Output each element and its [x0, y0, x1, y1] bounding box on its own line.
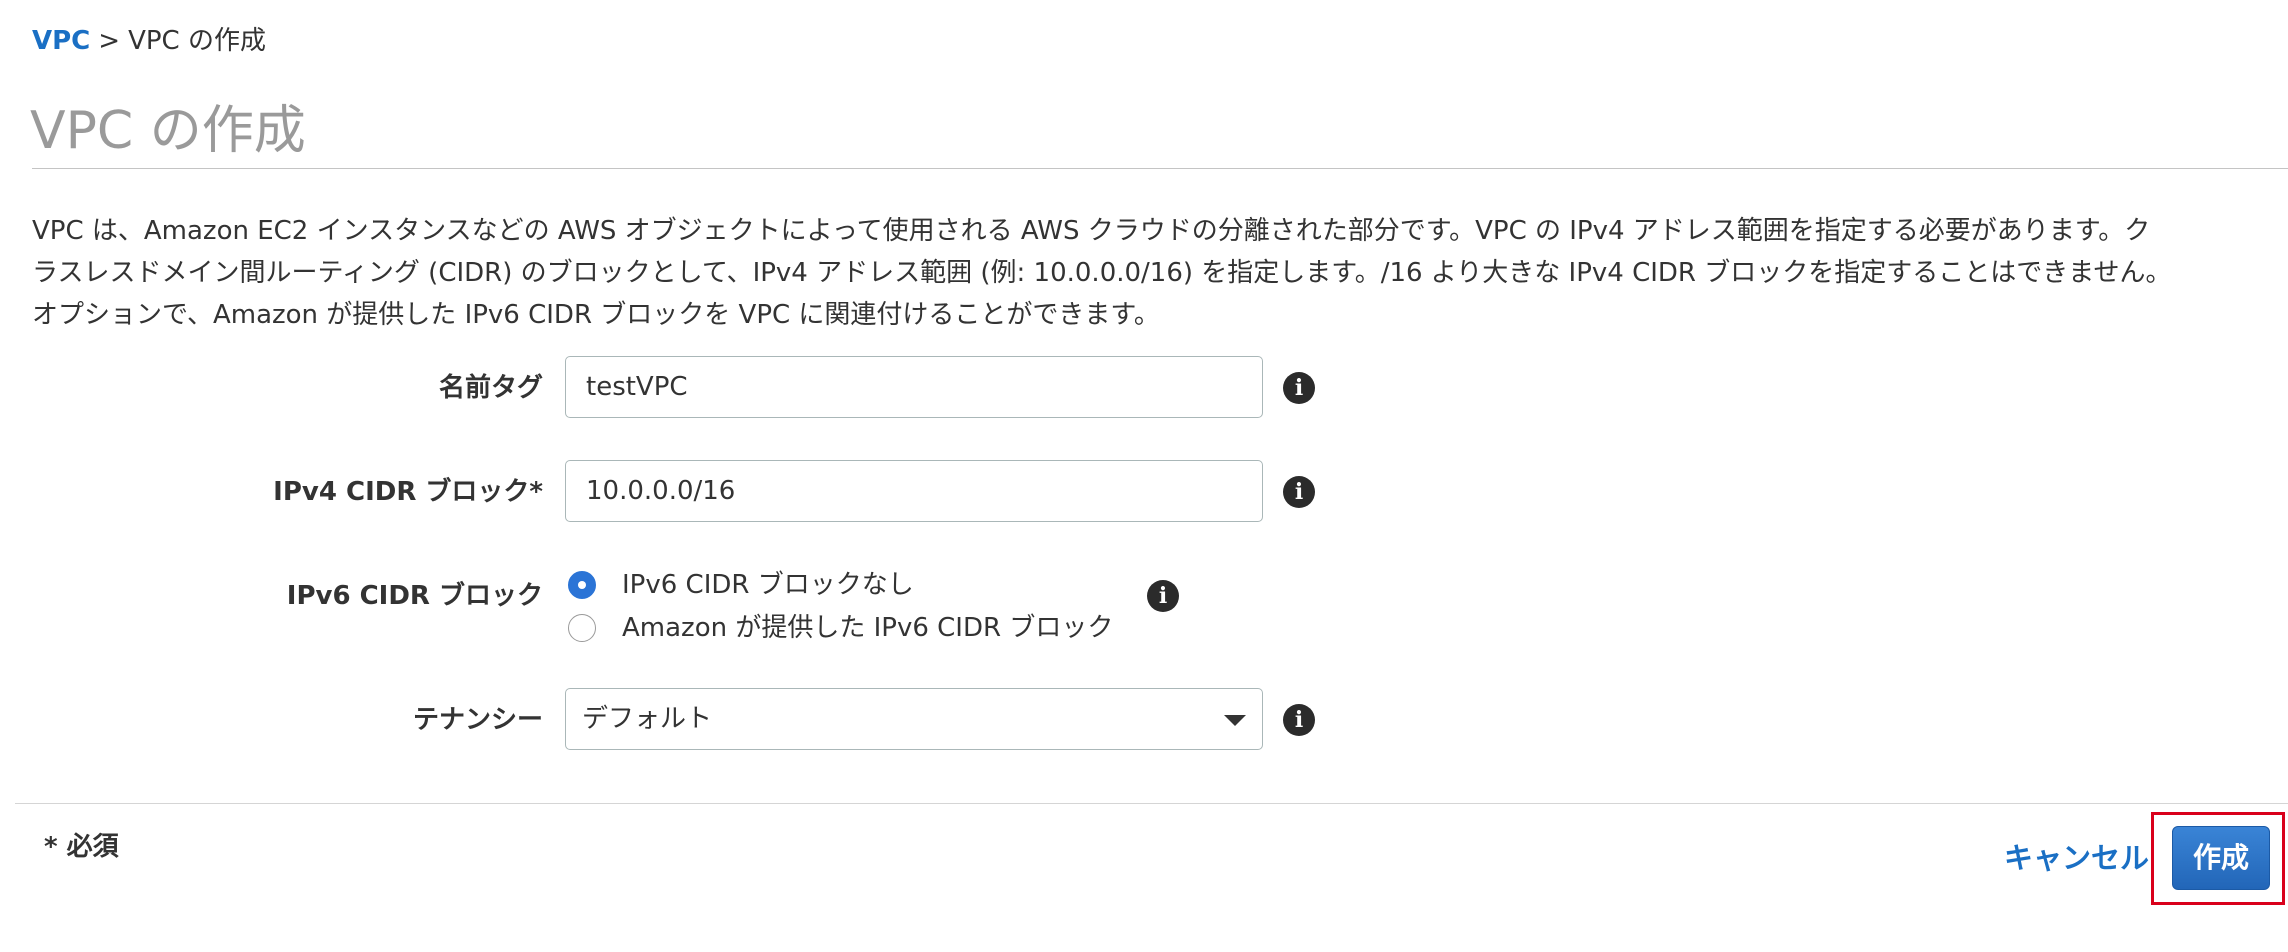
- breadcrumb-current: VPC の作成: [128, 26, 266, 56]
- ipv4-cidr-label: IPv4 CIDR ブロック*: [273, 477, 543, 507]
- create-vpc-page: VPC > VPC の作成 VPC の作成 VPC は、Amazon EC2 インス…: [0, 0, 2288, 952]
- tenancy-label: テナンシー: [412, 705, 543, 735]
- name-tag-input[interactable]: [565, 356, 1263, 418]
- breadcrumb: VPC > VPC の作成: [32, 22, 266, 60]
- title-divider: [32, 168, 2288, 169]
- radio-ipv6-amazon[interactable]: [568, 614, 596, 642]
- info-icon[interactable]: i: [1283, 372, 1315, 404]
- ipv4-cidr-input[interactable]: [565, 460, 1263, 522]
- tenancy-select[interactable]: デフォルト: [565, 688, 1263, 750]
- description-line: ラスレスドメイン間ルーティング (CIDR) のブロックとして、IPv4 アドレ…: [32, 258, 2172, 288]
- cancel-button[interactable]: キャンセル: [2004, 838, 2149, 878]
- ipv6-cidr-label: IPv6 CIDR ブロック: [286, 581, 543, 611]
- name-tag-label: 名前タグ: [438, 373, 543, 403]
- description-line: VPC は、Amazon EC2 インスタンスなどの AWS オブジェクトによっ…: [32, 216, 2151, 246]
- info-icon[interactable]: i: [1283, 704, 1315, 736]
- chevron-down-icon: [1224, 715, 1246, 726]
- breadcrumb-separator: >: [98, 26, 121, 56]
- info-icon[interactable]: i: [1283, 476, 1315, 508]
- description: VPC は、Amazon EC2 インスタンスなどの AWS オブジェクトによっ…: [32, 210, 2282, 336]
- radio-ipv6-none-label[interactable]: IPv6 CIDR ブロックなし: [622, 567, 914, 603]
- create-button[interactable]: 作成: [2172, 826, 2270, 890]
- tenancy-select-value: デフォルト: [582, 704, 713, 734]
- footer-divider: [15, 803, 2288, 804]
- info-icon[interactable]: i: [1147, 580, 1179, 612]
- page-title: VPC の作成: [30, 101, 306, 161]
- radio-ipv6-amazon-label[interactable]: Amazon が提供した IPv6 CIDR ブロック: [622, 610, 1113, 646]
- description-line: オプションで、Amazon が提供した IPv6 CIDR ブロックを VPC …: [32, 300, 1160, 330]
- radio-ipv6-none[interactable]: [568, 571, 596, 599]
- required-note: * 必須: [44, 832, 119, 862]
- breadcrumb-link-vpc[interactable]: VPC: [32, 26, 90, 56]
